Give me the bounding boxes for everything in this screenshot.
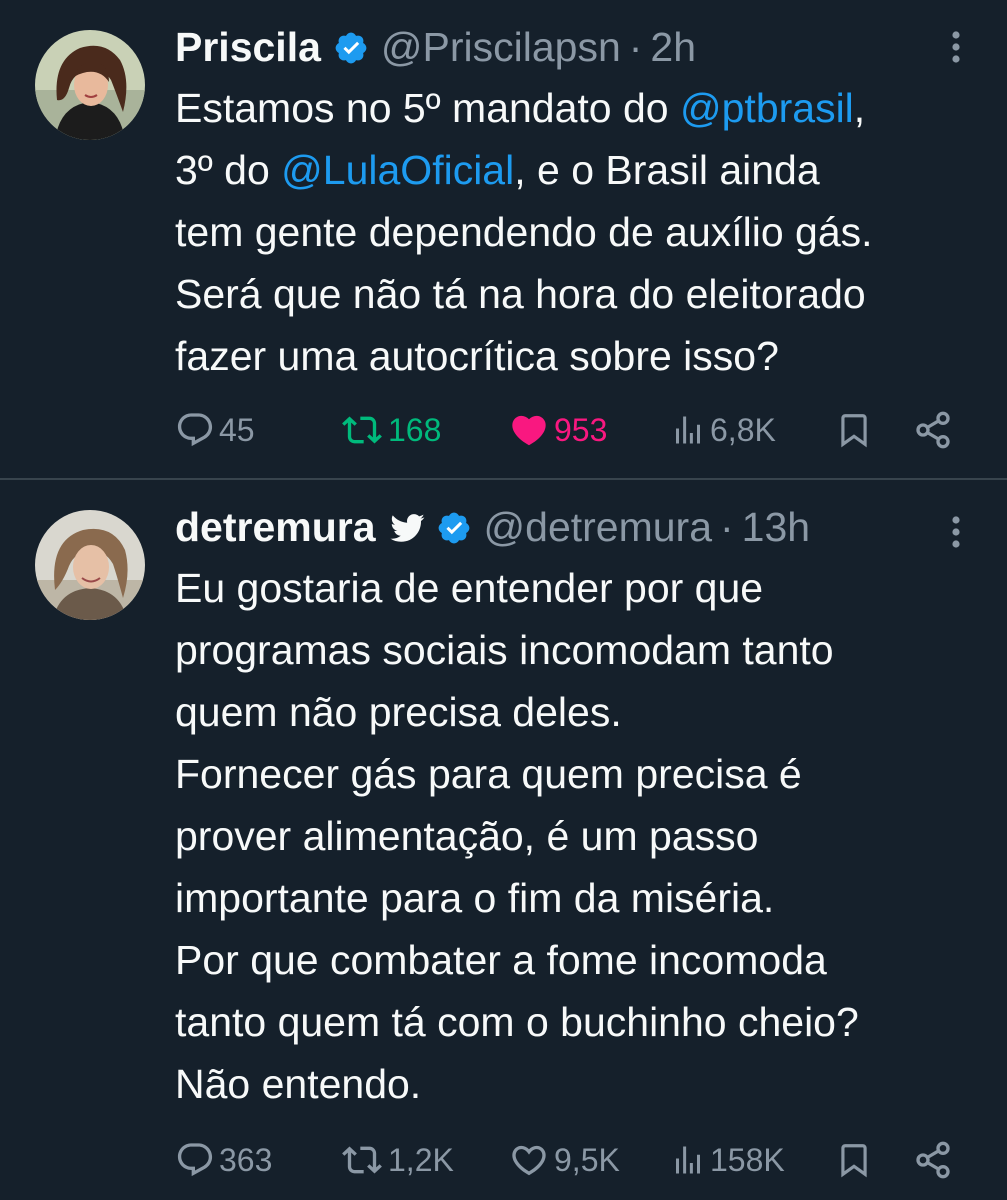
verified-badge-icon [436, 509, 472, 545]
like-button[interactable]: 953 [508, 405, 607, 455]
twitter-bird-icon [388, 509, 424, 545]
reply-icon [175, 410, 215, 450]
share-button[interactable] [913, 405, 953, 455]
reply-button[interactable]: 363 [175, 1135, 272, 1185]
user-handle[interactable]: @detremura [484, 504, 712, 551]
tweet-priscila[interactable]: Priscila @Priscilapsn · 2h Estamos no 5º… [0, 0, 1007, 478]
views-button[interactable]: 158K [670, 1135, 785, 1185]
heart-icon [508, 1140, 550, 1180]
retweet-button[interactable]: 1,2K [340, 1135, 454, 1185]
views-button[interactable]: 6,8K [670, 405, 776, 455]
separator-dot: · [720, 503, 734, 550]
retweet-icon [340, 410, 384, 450]
timestamp[interactable]: 2h [650, 24, 696, 71]
like-button[interactable]: 9,5K [508, 1135, 620, 1185]
tweet-detremura[interactable]: detremura @detremura · 13h Eu gostaria d… [0, 480, 1007, 1200]
more-options-icon[interactable] [949, 512, 963, 552]
share-icon [913, 410, 953, 450]
reply-icon [175, 1140, 215, 1180]
tweet-actions: 363 1,2K 9,5K 158K [175, 1135, 975, 1185]
views-icon [670, 410, 706, 450]
views-count: 6,8K [710, 411, 776, 448]
like-count: 953 [554, 411, 608, 448]
tweet-text: Eu gostaria de entender por que programa… [175, 565, 859, 1107]
reply-count: 45 [219, 411, 255, 448]
share-icon [913, 1140, 953, 1180]
heart-icon [508, 410, 550, 450]
views-count: 158K [710, 1141, 785, 1178]
bookmark-icon [835, 1139, 873, 1181]
views-icon [670, 1140, 706, 1180]
tweet-header: detremura @detremura · 13h [175, 497, 927, 557]
retweet-count: 168 [388, 411, 442, 448]
avatar-priscila[interactable] [35, 30, 145, 140]
reply-count: 363 [219, 1141, 273, 1178]
reply-button[interactable]: 45 [175, 405, 255, 455]
timestamp[interactable]: 13h [742, 504, 810, 551]
share-button[interactable] [913, 1135, 953, 1185]
retweet-count: 1,2K [388, 1141, 454, 1178]
retweet-button[interactable]: 168 [340, 405, 441, 455]
separator-dot: · [628, 23, 643, 70]
text-segment: Estamos no 5º mandato do [175, 85, 680, 131]
display-name[interactable]: Priscila [175, 24, 321, 71]
retweet-icon [340, 1140, 384, 1180]
tweet-actions: 45 168 953 6,8K [175, 405, 975, 455]
mention-link[interactable]: @ptbrasil [680, 85, 854, 131]
tweet-text: Estamos no 5º mandato do @ptbrasil, 3º d… [175, 77, 977, 387]
user-handle[interactable]: @Priscilapsn [381, 24, 621, 71]
bookmark-icon [835, 409, 873, 451]
like-count: 9,5K [554, 1141, 620, 1178]
mention-link[interactable]: @LulaOficial [281, 147, 514, 193]
bookmark-button[interactable] [835, 1135, 873, 1185]
display-name[interactable]: detremura [175, 504, 376, 551]
tweet-header: Priscila @Priscilapsn · 2h [175, 17, 927, 77]
verified-badge-icon [333, 29, 369, 65]
bookmark-button[interactable] [835, 405, 873, 455]
more-options-icon[interactable] [949, 27, 963, 67]
avatar-detremura[interactable] [35, 510, 145, 620]
